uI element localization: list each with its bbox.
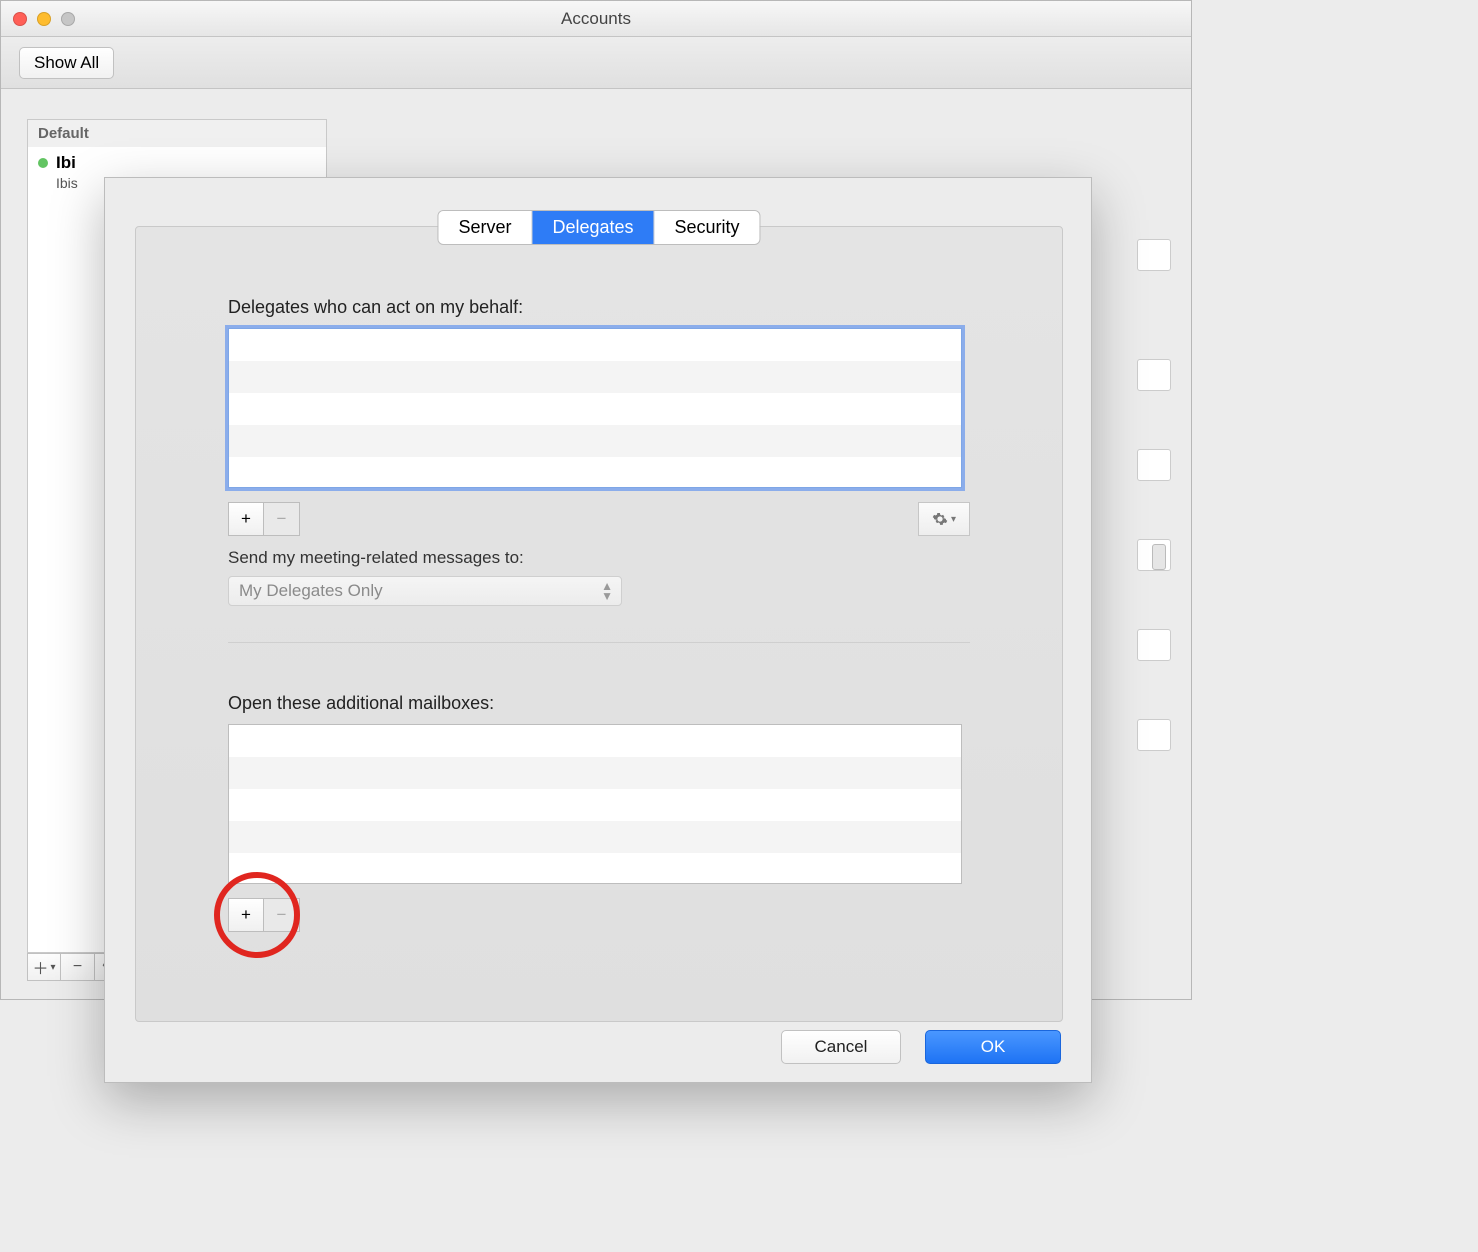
sheet-tabs: Server Delegates Security bbox=[438, 211, 759, 244]
tab-security[interactable]: Security bbox=[655, 211, 760, 244]
background-field bbox=[1137, 719, 1171, 751]
list-row bbox=[229, 853, 961, 885]
delegates-listbox[interactable] bbox=[228, 328, 962, 488]
toolbar: Show All bbox=[1, 37, 1191, 89]
background-field bbox=[1137, 449, 1171, 481]
list-row bbox=[229, 361, 961, 393]
titlebar: Accounts bbox=[1, 1, 1191, 37]
delegates-settings-button[interactable]: ▾ bbox=[918, 502, 970, 536]
send-messages-popup[interactable]: My Delegates Only ▲▼ bbox=[228, 576, 622, 606]
sheet-content: Server Delegates Security Delegates who … bbox=[135, 226, 1063, 1022]
list-row bbox=[229, 329, 961, 361]
cancel-button[interactable]: Cancel bbox=[781, 1030, 901, 1064]
background-stepper bbox=[1137, 539, 1171, 571]
plus-icon: + bbox=[241, 509, 251, 529]
background-fields bbox=[1137, 239, 1171, 751]
minus-icon: − bbox=[277, 509, 287, 529]
popup-selected-value: My Delegates Only bbox=[239, 581, 383, 601]
window-body: Default Ibi Ibis ＋ ▾ − ▾ bbox=[1, 89, 1191, 1001]
plus-icon: ＋ bbox=[32, 955, 48, 979]
accounts-window: Accounts Show All Default Ibi Ibis ＋ ▾ −… bbox=[0, 0, 1192, 1000]
chevron-down-icon: ▾ bbox=[951, 514, 956, 525]
status-online-icon bbox=[38, 158, 48, 168]
send-messages-label: Send my meeting-related messages to: bbox=[228, 548, 970, 568]
mailboxes-listbox[interactable] bbox=[228, 724, 962, 884]
list-row bbox=[229, 821, 961, 853]
minus-icon: − bbox=[73, 958, 82, 976]
chevron-down-icon: ▾ bbox=[50, 962, 55, 973]
advanced-sheet: Server Delegates Security Delegates who … bbox=[104, 177, 1092, 1083]
list-row bbox=[229, 457, 961, 489]
mailboxes-section-label: Open these additional mailboxes: bbox=[228, 693, 970, 714]
show-all-button[interactable]: Show All bbox=[19, 47, 114, 79]
window-title: Accounts bbox=[1, 9, 1191, 29]
list-row bbox=[229, 393, 961, 425]
delegates-add-button[interactable]: + bbox=[228, 502, 264, 536]
list-row bbox=[229, 725, 961, 757]
accounts-add-button[interactable]: ＋ ▾ bbox=[27, 953, 61, 981]
gear-icon bbox=[932, 511, 948, 527]
mailboxes-add-button[interactable]: + bbox=[228, 898, 264, 932]
delegates-section-label: Delegates who can act on my behalf: bbox=[228, 297, 970, 318]
background-field bbox=[1137, 629, 1171, 661]
sheet-footer: Cancel OK bbox=[781, 1030, 1061, 1064]
plus-icon: + bbox=[241, 905, 251, 925]
background-field bbox=[1137, 239, 1171, 271]
section-divider bbox=[228, 642, 970, 643]
list-row bbox=[229, 789, 961, 821]
accounts-remove-button[interactable]: − bbox=[61, 953, 95, 981]
tab-server[interactable]: Server bbox=[438, 211, 532, 244]
ok-button[interactable]: OK bbox=[925, 1030, 1061, 1064]
mailboxes-controls: + − bbox=[228, 898, 970, 932]
list-row bbox=[229, 757, 961, 789]
background-field bbox=[1137, 359, 1171, 391]
tab-delegates[interactable]: Delegates bbox=[532, 211, 654, 244]
updown-arrows-icon: ▲▼ bbox=[601, 581, 613, 601]
delegates-controls: + − ▾ bbox=[228, 502, 970, 536]
delegates-remove-button[interactable]: − bbox=[264, 502, 300, 536]
account-name: Ibi bbox=[56, 153, 316, 173]
accounts-sidebar-header: Default bbox=[28, 120, 326, 147]
list-row bbox=[229, 425, 961, 457]
mailboxes-remove-button[interactable]: − bbox=[264, 898, 300, 932]
minus-icon: − bbox=[277, 905, 287, 925]
